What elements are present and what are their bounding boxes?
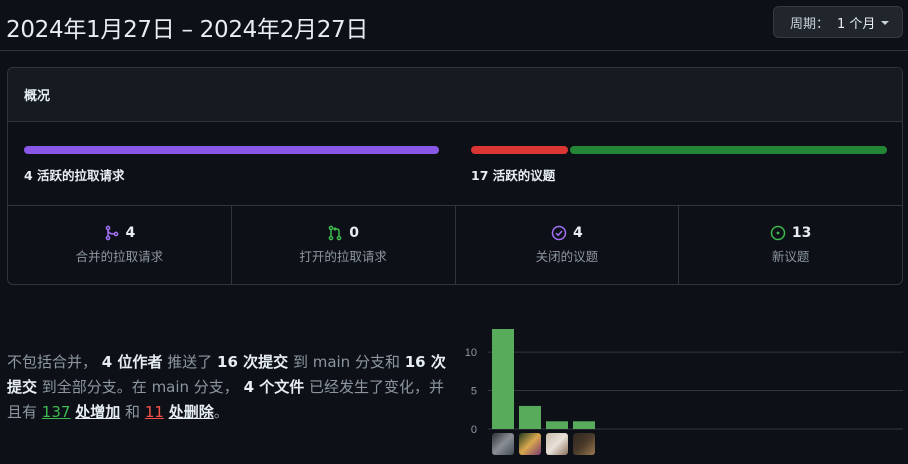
stat-open-prs[interactable]: 0 打开的拉取请求	[232, 206, 456, 284]
stat-label: 合并的拉取请求	[75, 249, 164, 264]
stat-label: 打开的拉取请求	[299, 249, 387, 264]
closed-issues-segment	[471, 146, 569, 154]
new-issue-icon	[770, 225, 786, 241]
summary-text: 到全部分支。在 main 分支，	[41, 378, 239, 396]
issue-bar-label: 17 活跃的议题	[471, 168, 556, 183]
contributor-avatar[interactable]	[492, 433, 514, 455]
period-prefix: 周期：	[790, 16, 830, 32]
overview-title: 概况	[24, 89, 51, 104]
contributor-avatar[interactable]	[519, 433, 541, 455]
issue-activity[interactable]: 17 活跃的议题	[471, 146, 887, 184]
contributors-chart: 10 5 0	[455, 322, 908, 464]
contributor-avatar[interactable]	[573, 433, 595, 455]
pr-bar-label: 4 活跃的拉取请求	[24, 168, 125, 183]
summary-text: 。	[213, 403, 229, 421]
contributor-bar[interactable]	[492, 329, 514, 429]
commit-summary: 不包括合并， 4 位作者 推送了 16 次提交 到 main 分支和 16 次提…	[7, 350, 452, 425]
y-tick-label: 0	[471, 424, 477, 436]
contributor-avatar[interactable]	[546, 433, 568, 455]
summary-text: 到 main 分支和	[292, 353, 400, 371]
summary-text: 推送了	[167, 353, 213, 371]
pr-bar-segment	[24, 146, 439, 154]
authors-count: 4 位作者	[101, 353, 163, 371]
summary-text: 不包括合并，	[7, 353, 98, 371]
open-issues-segment	[570, 146, 887, 154]
stat-label: 新议题	[771, 249, 810, 264]
closed-issue-icon	[551, 225, 567, 241]
stat-merged-prs[interactable]: 4 合并的拉取请求	[8, 206, 232, 284]
overview-stats: 4 合并的拉取请求 0 打开的拉取请求 4 关闭的议题 13 新议题	[8, 206, 902, 284]
contributor-bar[interactable]	[519, 405, 541, 429]
contributor-bar[interactable]	[573, 421, 595, 429]
additions-link[interactable]: 处增加	[75, 403, 120, 421]
pr-activity[interactable]: 4 活跃的拉取请求	[24, 146, 439, 184]
merged-pr-icon	[105, 225, 118, 241]
deletions-count[interactable]: 11	[145, 403, 164, 421]
stat-count: 0	[349, 225, 359, 241]
open-pr-icon	[328, 225, 342, 241]
issue-progress-bar	[471, 146, 887, 154]
additions-count[interactable]: 137	[42, 403, 71, 421]
period-value: 1 个月	[837, 16, 876, 32]
stat-count: 4	[125, 225, 136, 241]
page-header: 2024年1月27日 – 2024年2月27日 周期： 1 个月	[0, 0, 908, 51]
stat-new-issues[interactable]: 13 新议题	[679, 206, 902, 284]
contributor-bar[interactable]	[546, 421, 568, 429]
overview-panel: 概况 4 活跃的拉取请求 17 活跃的议题 4 合并的拉取请求 0 打开的拉取请…	[7, 67, 903, 285]
period-select-button[interactable]: 周期： 1 个月	[773, 6, 903, 38]
stat-count: 13	[791, 225, 812, 241]
y-tick-label: 10	[465, 347, 477, 359]
stat-label: 关闭的议题	[535, 249, 599, 264]
stat-count: 4	[573, 225, 583, 241]
caret-down-icon	[881, 21, 890, 25]
files-changed-count: 4 个文件	[243, 378, 305, 396]
summary-text: 和	[125, 403, 141, 421]
commits-main-count: 16 次提交	[217, 353, 289, 371]
stat-closed-issues[interactable]: 4 关闭的议题	[456, 206, 680, 284]
overview-bars: 4 活跃的拉取请求 17 活跃的议题	[8, 122, 902, 206]
y-tick-label: 5	[471, 386, 477, 398]
date-range-title: 2024年1月27日 – 2024年2月27日	[6, 17, 369, 43]
deletions-link[interactable]: 处删除	[169, 403, 214, 421]
overview-header: 概况	[8, 68, 902, 122]
pr-progress-bar	[24, 146, 439, 154]
